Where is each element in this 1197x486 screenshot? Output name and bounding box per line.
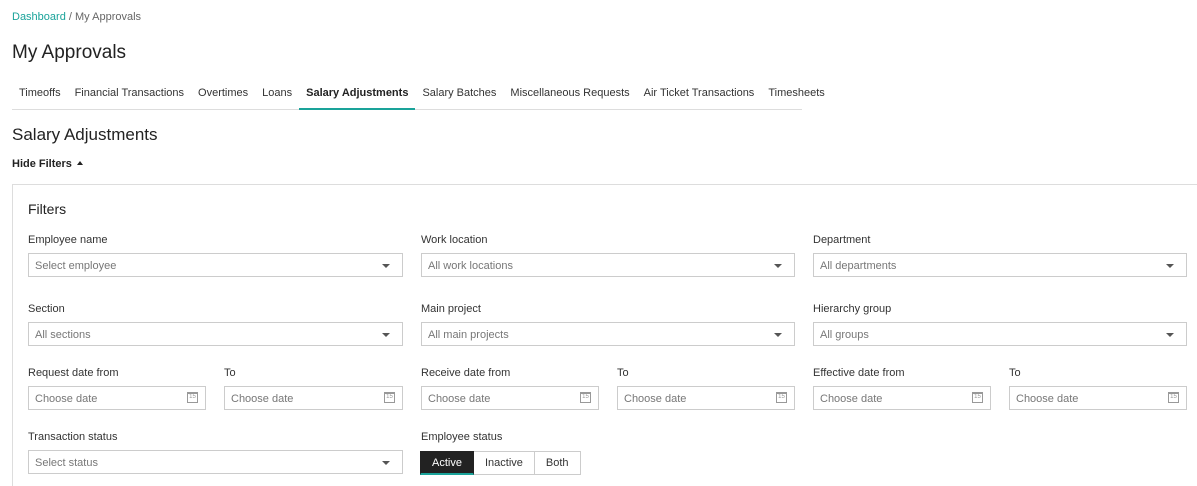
filters-panel: Filters Employee name Select employee Wo… bbox=[12, 184, 1197, 486]
section-title: Salary Adjustments bbox=[12, 125, 158, 144]
chevron-down-icon bbox=[1166, 264, 1174, 268]
tab-salary-adjustments[interactable]: Salary Adjustments bbox=[299, 80, 416, 110]
hide-filters-label: Hide Filters bbox=[12, 158, 72, 170]
transaction-status-placeholder: Select status bbox=[35, 457, 98, 469]
receive-date-from-input[interactable]: Choose date 15 bbox=[421, 386, 599, 410]
effective-date-from-placeholder: Choose date bbox=[820, 393, 883, 405]
effective-date-from-input[interactable]: Choose date 15 bbox=[813, 386, 991, 410]
department-placeholder: All departments bbox=[820, 260, 897, 272]
page-title: My Approvals bbox=[12, 42, 127, 63]
hierarchy-group-placeholder: All groups bbox=[820, 329, 869, 341]
effective-date-to-input[interactable]: Choose date 15 bbox=[1009, 386, 1187, 410]
employee-status-inactive-button[interactable]: Inactive bbox=[473, 451, 535, 475]
calendar-icon[interactable]: 15 bbox=[580, 392, 591, 403]
breadcrumb: Dashboard / My Approvals bbox=[12, 11, 141, 23]
request-date-to-placeholder: Choose date bbox=[231, 393, 294, 405]
tab-air-ticket-transactions[interactable]: Air Ticket Transactions bbox=[637, 80, 762, 110]
hierarchy-group-label: Hierarchy group bbox=[813, 303, 892, 315]
receive-date-to-label: To bbox=[617, 367, 629, 379]
employee-status-both-button[interactable]: Both bbox=[534, 451, 581, 475]
calendar-icon[interactable]: 15 bbox=[776, 392, 787, 403]
section-select[interactable]: All sections bbox=[28, 322, 403, 346]
employee-name-label: Employee name bbox=[28, 234, 108, 246]
work-location-select[interactable]: All work locations bbox=[421, 253, 795, 277]
tab-overtimes[interactable]: Overtimes bbox=[191, 80, 255, 110]
main-project-label: Main project bbox=[421, 303, 481, 315]
approval-tabs: Timeoffs Financial Transactions Overtime… bbox=[12, 80, 825, 110]
caret-up-icon bbox=[76, 161, 83, 165]
receive-date-to-input[interactable]: Choose date 15 bbox=[617, 386, 795, 410]
tab-salary-batches[interactable]: Salary Batches bbox=[415, 80, 503, 110]
effective-date-to-label: To bbox=[1009, 367, 1021, 379]
breadcrumb-current: My Approvals bbox=[75, 11, 142, 23]
chevron-down-icon bbox=[774, 333, 782, 337]
transaction-status-select[interactable]: Select status bbox=[28, 450, 403, 474]
effective-date-from-label: Effective date from bbox=[813, 367, 905, 379]
chevron-down-icon bbox=[382, 333, 390, 337]
work-location-label: Work location bbox=[421, 234, 488, 246]
employee-status-label: Employee status bbox=[421, 431, 503, 443]
breadcrumb-dashboard-link[interactable]: Dashboard bbox=[12, 11, 66, 23]
request-date-to-label: To bbox=[224, 367, 236, 379]
department-label: Department bbox=[813, 234, 871, 246]
tab-financial-transactions[interactable]: Financial Transactions bbox=[68, 80, 191, 110]
breadcrumb-separator: / bbox=[68, 11, 72, 23]
main-project-select[interactable]: All main projects bbox=[421, 322, 795, 346]
chevron-down-icon bbox=[774, 264, 782, 268]
hierarchy-group-select[interactable]: All groups bbox=[813, 322, 1187, 346]
transaction-status-label: Transaction status bbox=[28, 431, 118, 443]
employee-status-active-button[interactable]: Active bbox=[420, 451, 474, 475]
calendar-icon[interactable]: 15 bbox=[384, 392, 395, 403]
employee-name-select[interactable]: Select employee bbox=[28, 253, 403, 277]
filters-title: Filters bbox=[28, 201, 67, 217]
employee-status-toggle: Active Inactive Both bbox=[420, 451, 581, 475]
request-date-from-input[interactable]: Choose date 15 bbox=[28, 386, 206, 410]
calendar-icon[interactable]: 15 bbox=[972, 392, 983, 403]
effective-date-to-placeholder: Choose date bbox=[1016, 393, 1079, 405]
tab-loans[interactable]: Loans bbox=[255, 80, 299, 110]
receive-date-from-label: Receive date from bbox=[421, 367, 511, 379]
request-date-from-placeholder: Choose date bbox=[35, 393, 98, 405]
tab-miscellaneous-requests[interactable]: Miscellaneous Requests bbox=[503, 80, 636, 110]
receive-date-from-placeholder: Choose date bbox=[428, 393, 491, 405]
request-date-from-label: Request date from bbox=[28, 367, 119, 379]
department-select[interactable]: All departments bbox=[813, 253, 1187, 277]
calendar-icon[interactable]: 15 bbox=[187, 392, 198, 403]
section-label: Section bbox=[28, 303, 65, 315]
work-location-placeholder: All work locations bbox=[428, 260, 513, 272]
tab-timeoffs[interactable]: Timeoffs bbox=[12, 80, 68, 110]
calendar-icon[interactable]: 15 bbox=[1168, 392, 1179, 403]
chevron-down-icon bbox=[382, 264, 390, 268]
receive-date-to-placeholder: Choose date bbox=[624, 393, 687, 405]
main-project-placeholder: All main projects bbox=[428, 329, 509, 341]
chevron-down-icon bbox=[1166, 333, 1174, 337]
request-date-to-input[interactable]: Choose date 15 bbox=[224, 386, 403, 410]
hide-filters-toggle[interactable]: Hide Filters bbox=[12, 158, 83, 170]
chevron-down-icon bbox=[382, 461, 390, 465]
tab-timesheets[interactable]: Timesheets bbox=[761, 80, 831, 110]
employee-name-placeholder: Select employee bbox=[35, 260, 117, 272]
section-placeholder: All sections bbox=[35, 329, 91, 341]
